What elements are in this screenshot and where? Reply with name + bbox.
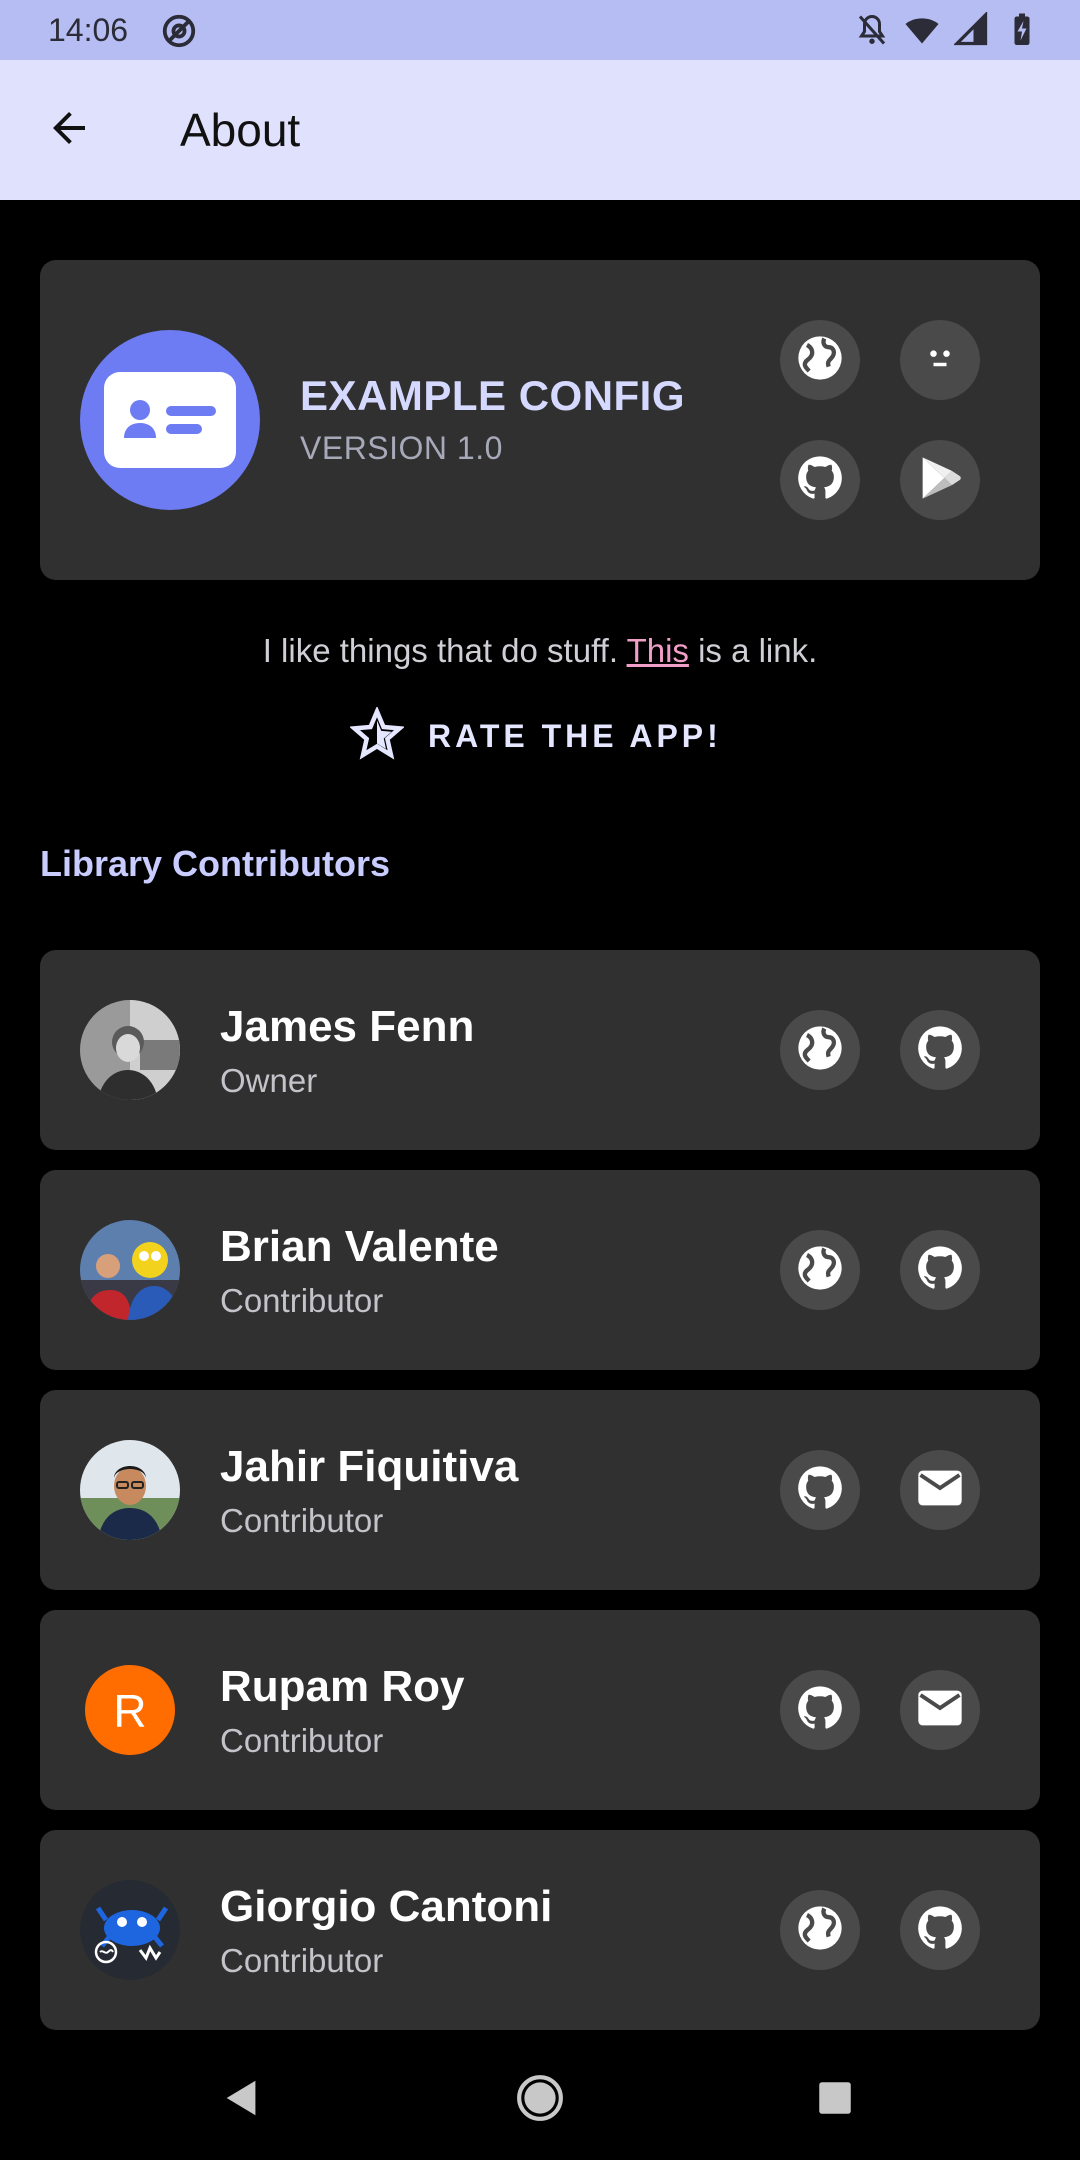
contributor-name: Rupam Roy [220, 1662, 465, 1711]
github-icon [794, 1682, 846, 1739]
contributor-role: Contributor [220, 1282, 384, 1319]
app-info-card: EXAMPLE CONFIG VERSION 1.0 [40, 260, 1040, 580]
contributor-role: Owner [220, 1062, 318, 1099]
github-icon [794, 452, 846, 509]
website-button[interactable] [780, 1890, 860, 1970]
play-store-button[interactable] [900, 440, 980, 520]
battery-charging-icon [1004, 12, 1040, 53]
app-name: EXAMPLE CONFIG [300, 372, 686, 419]
github-button[interactable] [900, 1010, 980, 1090]
description-text: I like things that do stuff. [262, 632, 627, 669]
globe-icon [794, 1242, 846, 1299]
github-button[interactable] [780, 1450, 860, 1530]
nav-back-button[interactable] [212, 2070, 272, 2130]
email-button[interactable] [900, 1670, 980, 1750]
back-button[interactable] [36, 100, 102, 160]
home-circle-icon [515, 2073, 565, 2128]
app-version: VERSION 1.0 [300, 430, 503, 466]
rate-app-label: RATE THE APP! [428, 717, 722, 754]
app-logo [80, 330, 260, 510]
avatar [80, 1000, 180, 1100]
github-button[interactable] [780, 440, 860, 520]
contributor-role: Contributor [220, 1722, 384, 1759]
website-button[interactable] [780, 1230, 860, 1310]
description-link[interactable]: This [627, 632, 689, 669]
contributor-name: James Fenn [220, 1002, 475, 1051]
status-bar: 14:06 [0, 0, 1080, 60]
github-icon [794, 1462, 846, 1519]
status-icons [854, 11, 1040, 53]
rate-app-button[interactable]: RATE THE APP! [349, 705, 730, 766]
avatar [80, 1880, 180, 1980]
globe-icon [794, 1902, 846, 1959]
wifi-icon [904, 12, 940, 53]
contributor-name: Giorgio Cantoni [220, 1882, 553, 1931]
github-icon [914, 1022, 966, 1079]
top-app-bar: About [0, 60, 1080, 200]
notifications-off-icon [854, 12, 890, 53]
email-icon [914, 1462, 966, 1519]
status-time: 14:06 [48, 12, 129, 48]
website-button[interactable] [780, 320, 860, 400]
back-triangle-icon [219, 2075, 265, 2126]
app-description: I like things that do stuff. This is a l… [0, 631, 1080, 671]
avatar [80, 1440, 180, 1540]
contributor-role: Contributor [220, 1502, 384, 1539]
recents-square-icon [814, 2077, 856, 2124]
nav-home-button[interactable] [510, 2070, 570, 2130]
globe-icon [794, 1022, 846, 1079]
globe-icon [794, 332, 846, 389]
section-title: Library Contributors [40, 843, 391, 884]
signal-icon [953, 11, 990, 53]
github-button[interactable] [900, 1230, 980, 1310]
contributor-card[interactable]: Giorgio Cantoni Contributor [40, 1830, 1040, 2030]
arrow-left-icon [45, 104, 93, 157]
contributor-card[interactable]: Brian Valente Contributor [40, 1170, 1040, 1370]
system-nav-bar [0, 2040, 1080, 2160]
contributor-name: Jahir Fiquitiva [220, 1442, 519, 1491]
star-outline-icon [349, 705, 405, 766]
contributor-card[interactable]: James Fenn Owner [40, 950, 1040, 1150]
email-icon [914, 1682, 966, 1739]
github-icon [914, 1242, 966, 1299]
contributor-card[interactable]: R Rupam Roy Contributor [40, 1610, 1040, 1810]
github-icon [914, 1902, 966, 1959]
github-button[interactable] [780, 1670, 860, 1750]
avatar [80, 1220, 180, 1320]
avatar-letter: R [113, 1685, 146, 1737]
contributor-name: Brian Valente [220, 1222, 499, 1271]
page-title: About [180, 104, 301, 156]
contact-card-icon [104, 372, 236, 468]
website-button[interactable] [780, 1010, 860, 1090]
face-button[interactable] [900, 320, 980, 400]
play-store-icon [914, 452, 966, 509]
face-icon [914, 332, 966, 389]
github-button[interactable] [900, 1890, 980, 1970]
contributor-card[interactable]: Jahir Fiquitiva Contributor [40, 1390, 1040, 1590]
avatar: R [80, 1660, 180, 1760]
contributor-role: Contributor [220, 1942, 384, 1979]
nav-recents-button[interactable] [805, 2070, 865, 2130]
description-text-end: is a link. [688, 632, 818, 669]
at-sign-icon [160, 12, 198, 50]
email-button[interactable] [900, 1450, 980, 1530]
